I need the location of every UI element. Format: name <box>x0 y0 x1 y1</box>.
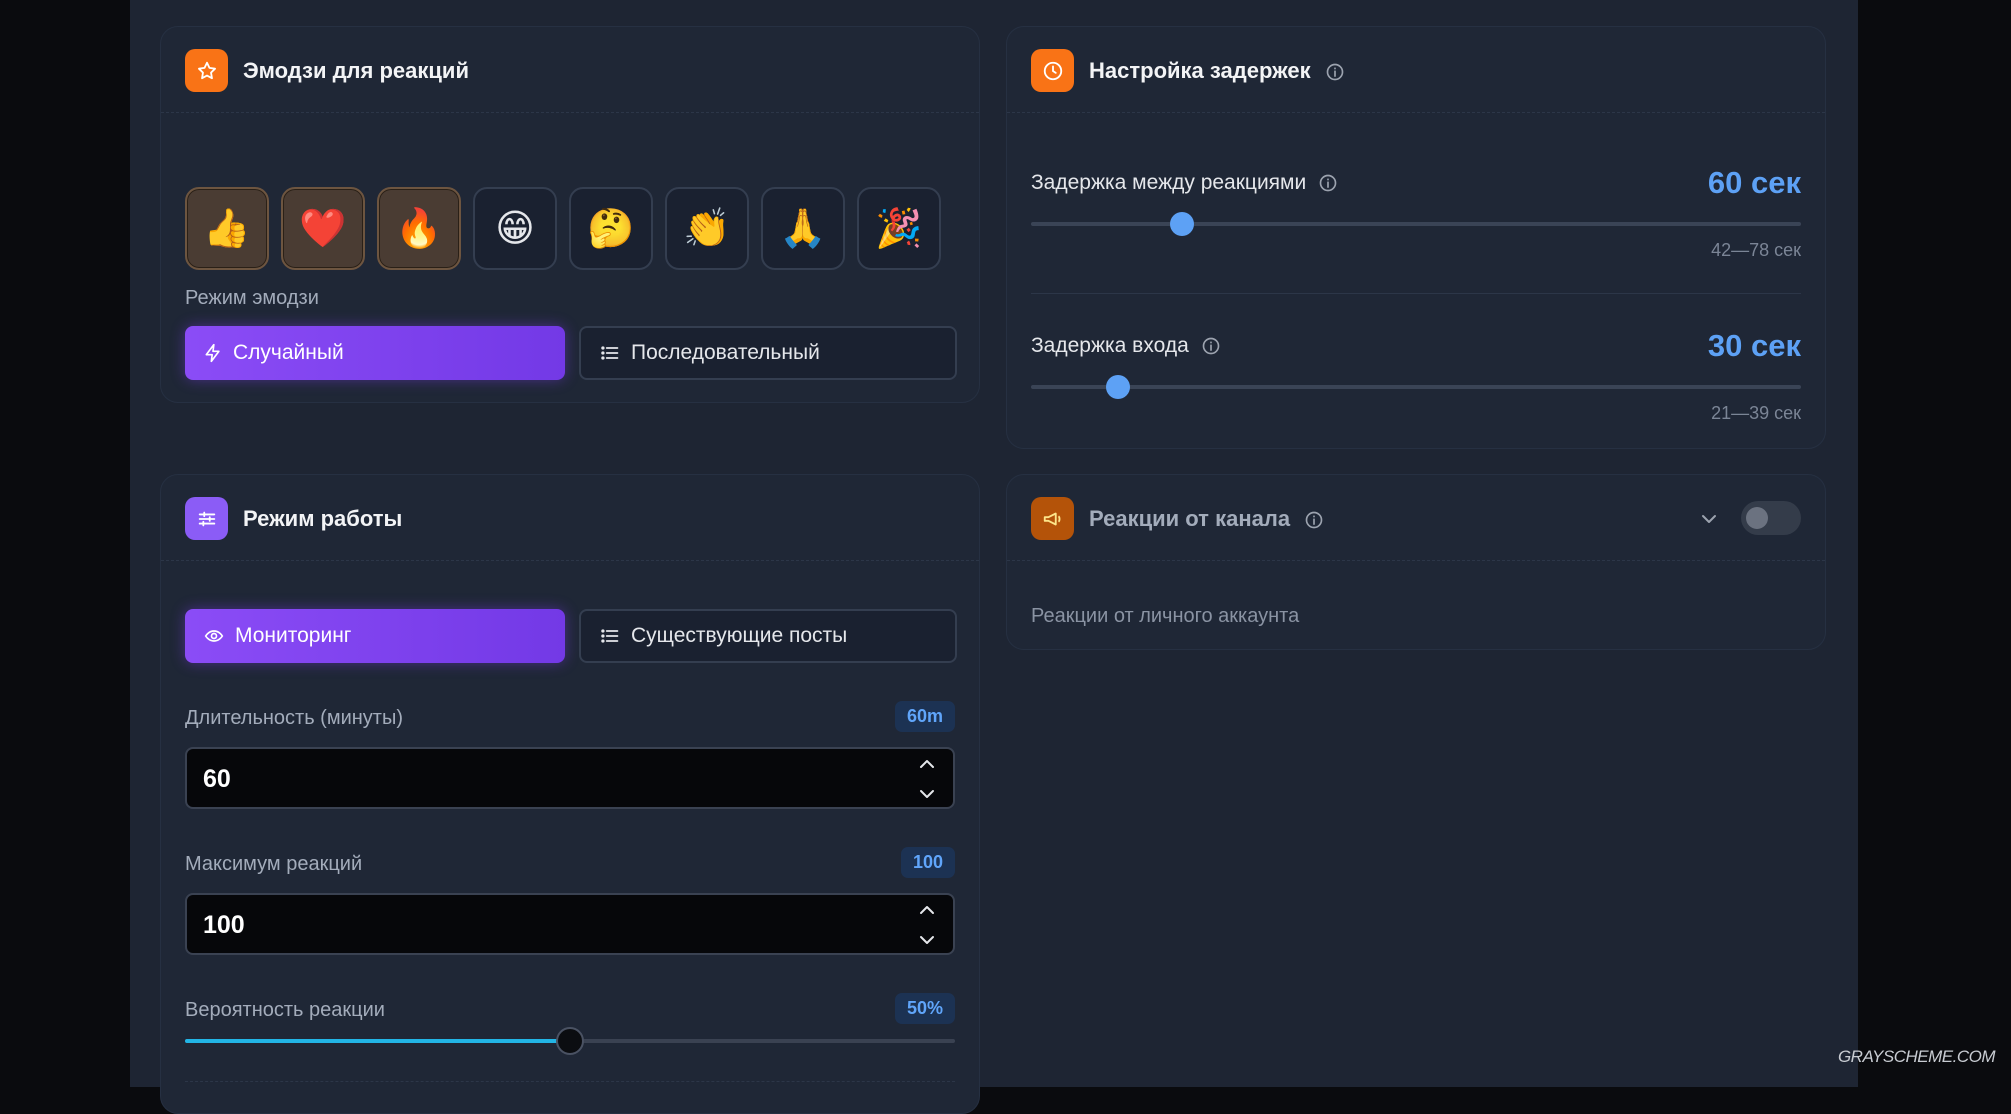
between-delay-value: 60 сек <box>1708 165 1801 201</box>
megaphone-icon <box>1031 497 1074 540</box>
delay-card-header: Настройка задержек <box>1007 27 1825 113</box>
work-mode-card: Режим работы Мониторинг Существующие пос… <box>160 474 980 1114</box>
emoji-card-header: Эмодзи для реакций <box>161 27 979 113</box>
between-delay-label-wrap: Задержка между реакциями <box>1031 171 1338 195</box>
emoji-glyph: 🤔 <box>587 210 634 248</box>
channel-reactions-subtitle: Реакции от личного аккаунта <box>1031 605 1299 628</box>
duration-input[interactable]: 60 <box>185 747 955 809</box>
duration-label: Длительность (минуты) <box>185 707 403 730</box>
emoji-glyph: 👏 <box>683 210 730 248</box>
divider <box>1031 293 1801 294</box>
info-icon[interactable] <box>1325 62 1345 82</box>
lightning-icon <box>203 343 223 363</box>
emoji-button[interactable]: 🎉 <box>857 187 941 270</box>
work-mode-existing-label: Существующие посты <box>631 624 847 648</box>
toggle-knob <box>1746 507 1768 529</box>
channel-reactions-header[interactable]: Реакции от канала <box>1007 475 1825 561</box>
entry-delay-range: 21—39 сек <box>1711 403 1801 424</box>
probability-label: Вероятность реакции <box>185 999 385 1022</box>
max-reactions-label: Максимум реакций <box>185 853 362 876</box>
duration-badge: 60m <box>895 701 955 732</box>
sliders-icon <box>185 497 228 540</box>
channel-reactions-title-wrap: Реакции от канала <box>1089 506 1324 532</box>
stepper-chevrons-icon[interactable] <box>917 903 937 947</box>
work-mode-existing-button[interactable]: Существующие посты <box>579 609 957 663</box>
channel-reactions-toggle[interactable] <box>1741 501 1801 535</box>
delay-card-title-wrap: Настройка задержек <box>1089 58 1345 84</box>
emoji-glyph: 👍 <box>203 210 250 248</box>
emoji-button[interactable]: ❤️ <box>281 187 365 270</box>
emoji-button[interactable]: 👏 <box>665 187 749 270</box>
clock-icon <box>1031 49 1074 92</box>
emoji-glyph: 🔥 <box>395 210 442 248</box>
between-delay-slider-track[interactable] <box>1031 222 1801 226</box>
max-reactions-value: 100 <box>203 911 245 940</box>
list-icon <box>599 343 621 363</box>
max-reactions-badge: 100 <box>901 847 955 878</box>
between-delay-label: Задержка между реакциями <box>1031 171 1306 194</box>
emoji-button[interactable]: 😁 <box>473 187 557 270</box>
channel-reactions-title: Реакции от канала <box>1089 506 1290 531</box>
divider <box>185 1081 955 1082</box>
emoji-glyph: 🎉 <box>875 210 922 248</box>
entry-delay-value: 30 сек <box>1708 328 1801 364</box>
probability-slider-fill <box>185 1039 570 1043</box>
emoji-glyph: ❤️ <box>299 210 346 248</box>
emoji-mode-sequential-button[interactable]: Последовательный <box>579 326 957 380</box>
emoji-mode-label: Режим эмодзи <box>185 287 319 310</box>
list-icon <box>599 626 621 646</box>
probability-slider-thumb[interactable] <box>556 1027 584 1055</box>
work-mode-card-header: Режим работы <box>161 475 979 561</box>
watermark: GRAYSCHEME.COM <box>1838 1047 1995 1067</box>
emoji-button[interactable]: 🤔 <box>569 187 653 270</box>
between-delay-slider-thumb[interactable] <box>1170 212 1194 236</box>
duration-value: 60 <box>203 765 231 794</box>
eye-icon <box>203 626 225 646</box>
emoji-mode-random-button[interactable]: Случайный <box>185 326 565 380</box>
delay-card-title: Настройка задержек <box>1089 58 1311 83</box>
emoji-button[interactable]: 🔥 <box>377 187 461 270</box>
work-mode-monitoring-button[interactable]: Мониторинг <box>185 609 565 663</box>
probability-badge: 50% <box>895 993 955 1024</box>
entry-delay-slider-track[interactable] <box>1031 385 1801 389</box>
channel-reactions-card: Реакции от канала Реакции от личного акк… <box>1006 474 1826 650</box>
star-icon <box>185 49 228 92</box>
between-delay-range: 42—78 сек <box>1711 240 1801 261</box>
emoji-glyph: 🙏 <box>779 210 826 248</box>
work-mode-monitoring-label: Мониторинг <box>235 624 351 648</box>
app-container: Эмодзи для реакций 👍 ❤️ 🔥 😁 🤔 👏 🙏 🎉 Режим эмодз… <box>130 0 1858 1087</box>
info-icon[interactable] <box>1318 173 1338 193</box>
emoji-button[interactable]: 👍 <box>185 187 269 270</box>
stepper-chevrons-icon[interactable] <box>917 757 937 801</box>
entry-delay-label-wrap: Задержка входа <box>1031 334 1221 358</box>
emoji-button[interactable]: 🙏 <box>761 187 845 270</box>
entry-delay-label: Задержка входа <box>1031 334 1189 357</box>
work-mode-card-title: Режим работы <box>243 506 402 532</box>
info-icon[interactable] <box>1201 336 1221 356</box>
delay-card: Настройка задержек Задержка между реакци… <box>1006 26 1826 449</box>
emoji-card-title: Эмодзи для реакций <box>243 58 469 84</box>
emoji-glyph: 😁 <box>495 210 535 248</box>
emoji-mode-random-label: Случайный <box>233 341 344 365</box>
info-icon[interactable] <box>1304 510 1324 530</box>
emoji-mode-sequential-label: Последовательный <box>631 341 820 365</box>
max-reactions-input[interactable]: 100 <box>185 893 955 955</box>
emoji-card: Эмодзи для реакций 👍 ❤️ 🔥 😁 🤔 👏 🙏 🎉 Режим эмодз… <box>160 26 980 403</box>
entry-delay-slider-thumb[interactable] <box>1106 375 1130 399</box>
chevron-down-icon[interactable] <box>1697 507 1721 531</box>
